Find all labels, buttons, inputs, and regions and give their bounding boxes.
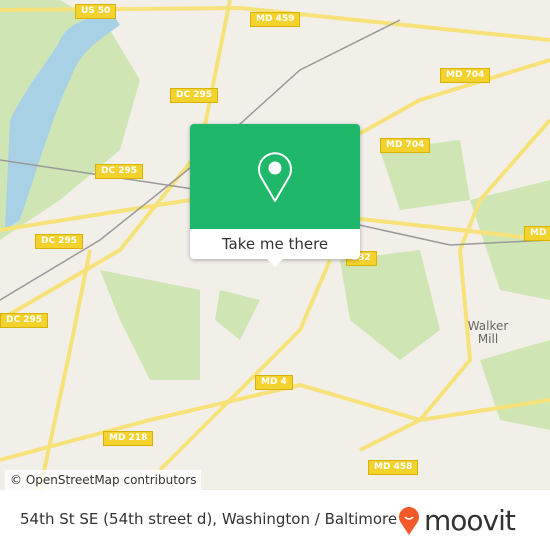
attribution[interactable]: © OpenStreetMap contributors xyxy=(5,470,202,490)
footer: 54th St SE (54th street d), Washington /… xyxy=(0,490,550,550)
map[interactable]: US 50 MD 459 MD 704 DC 295 MD 704 DC 295… xyxy=(0,0,550,490)
route-shield: DC 295 xyxy=(0,313,48,328)
route-shield: MD 458 xyxy=(368,460,419,475)
address-label: 54th St SE (54th street d), Washington /… xyxy=(20,510,398,528)
popup-pointer xyxy=(267,259,283,267)
moovit-logo[interactable]: moovit xyxy=(398,504,516,537)
route-shield: US 50 xyxy=(75,4,117,19)
route-shield: DC 295 xyxy=(170,88,218,103)
route-shield: MD xyxy=(524,226,550,241)
route-shield: MD 459 xyxy=(250,12,301,27)
route-shield: DC 295 xyxy=(35,234,83,249)
brand-name: moovit xyxy=(424,504,516,537)
moovit-pin-icon xyxy=(399,507,419,535)
place-label: Walker Mill xyxy=(467,319,509,346)
route-shield: DC 295 xyxy=(95,164,143,179)
route-shield: MD 4 xyxy=(255,375,293,390)
route-shield: MD 704 xyxy=(440,68,491,83)
route-shield: MD 218 xyxy=(103,431,154,446)
map-pin-icon xyxy=(258,152,292,202)
route-shield: MD 704 xyxy=(380,138,431,153)
take-me-there-button[interactable]: Take me there xyxy=(190,229,360,259)
location-popup: Take me there xyxy=(190,124,360,267)
